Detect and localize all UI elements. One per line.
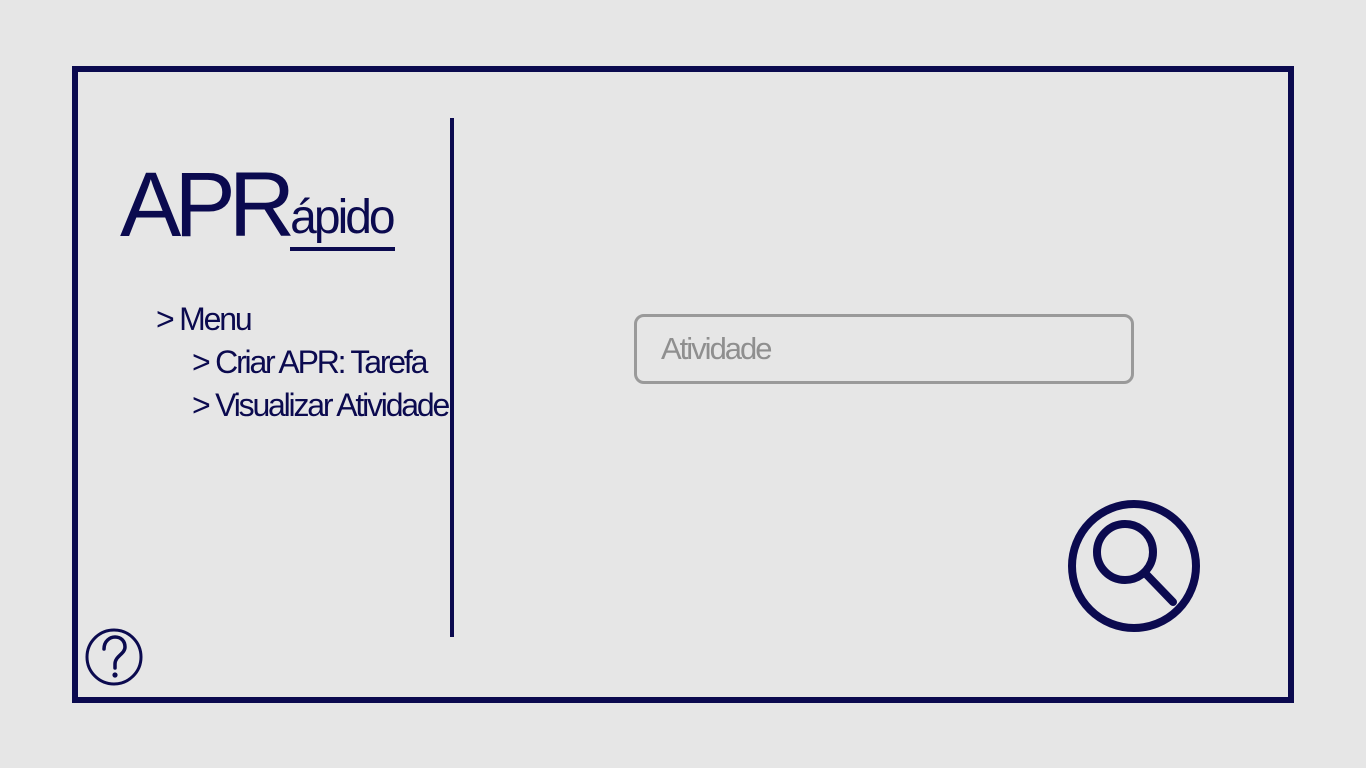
question-circle-icon — [85, 628, 143, 686]
app-logo: APRápido — [120, 150, 396, 260]
logo-suffix: ápido — [290, 189, 396, 251]
logo-acronym: APR — [120, 154, 295, 256]
sidebar-divider — [450, 118, 454, 637]
search-button[interactable] — [1067, 499, 1201, 633]
help-button[interactable] — [84, 627, 144, 687]
menu-item-visualizar-atividade[interactable]: > Visualizar Atividade — [156, 384, 450, 427]
menu-item-criar-apr[interactable]: > Criar APR: Tarefa — [156, 341, 448, 384]
activity-search-input[interactable] — [634, 314, 1134, 384]
menu-title[interactable]: > Menu — [156, 298, 448, 341]
search-icon — [1068, 500, 1200, 632]
side-menu: > Menu > Criar APR: Tarefa > Visualizar … — [156, 298, 450, 427]
